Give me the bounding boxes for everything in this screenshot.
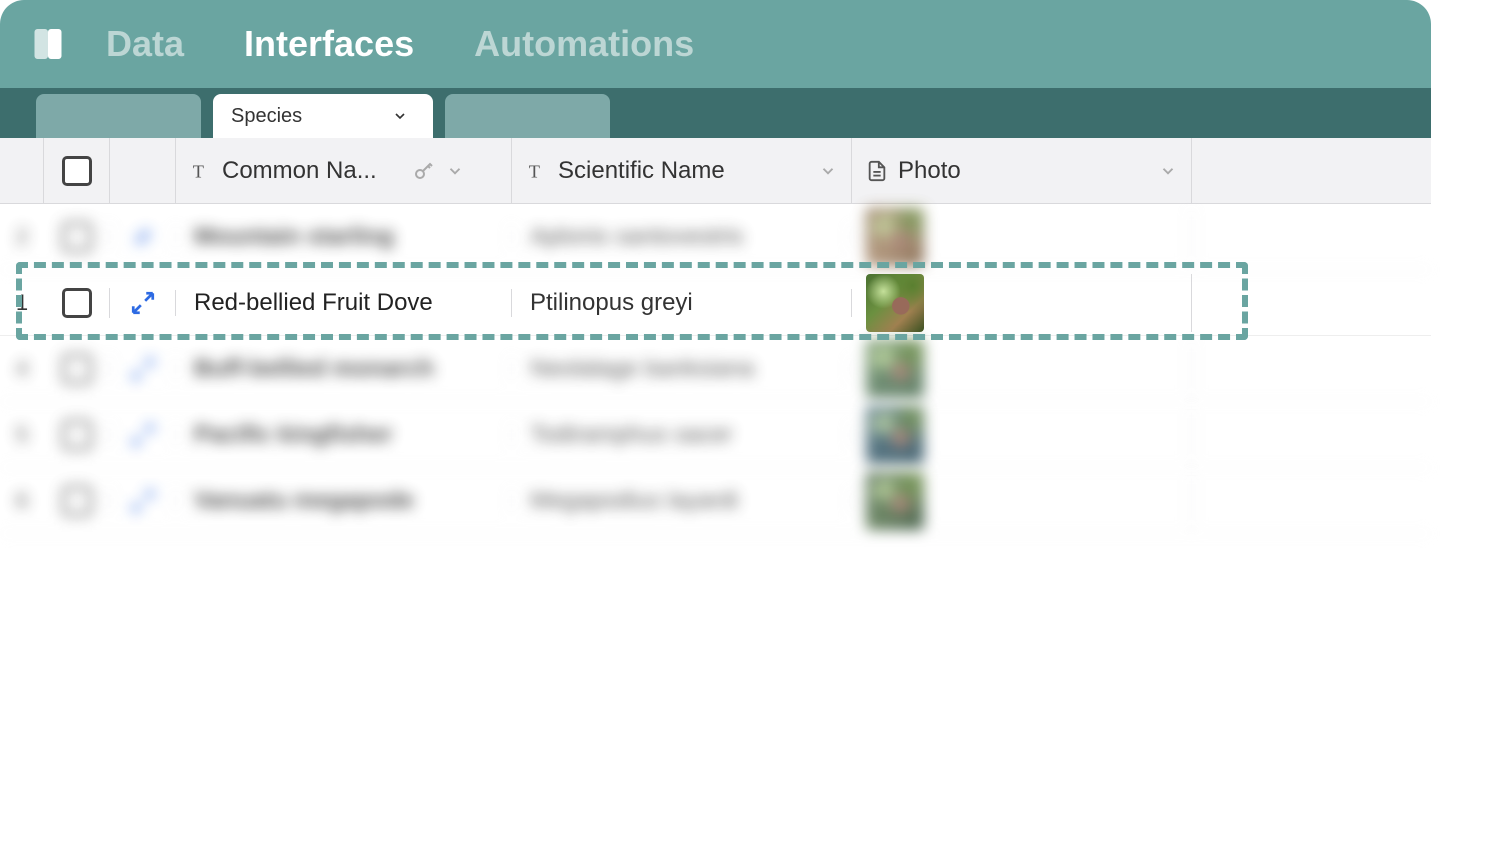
col-header-expand (110, 138, 176, 203)
key-icon (412, 159, 436, 183)
photo-thumbnail[interactable] (866, 274, 924, 332)
expand-icon[interactable] (130, 488, 156, 514)
common-name-cell: Mountain starling (190, 223, 394, 251)
text-field-icon: T (526, 160, 548, 182)
scientific-name-cell: Todiramphus sacer (526, 421, 733, 449)
expand-icon[interactable] (130, 224, 156, 250)
col-header-checkbox (44, 138, 110, 203)
table-row[interactable]: 6 Vanuatu megapode Megapodius layardi (0, 468, 1431, 534)
chevron-down-icon[interactable] (819, 162, 837, 180)
chevron-down-icon[interactable] (446, 162, 464, 180)
scientific-name-cell: Aplonis santovestris (526, 223, 743, 251)
common-name-cell: Vanuatu megapode (190, 487, 414, 515)
row-checkbox[interactable] (62, 222, 92, 252)
chevron-down-icon[interactable] (1159, 162, 1177, 180)
svg-text:T: T (529, 161, 540, 181)
header-label: Scientific Name (558, 157, 809, 185)
table-row[interactable]: 4 Buff-bellied monarch Neolalage banksia… (0, 336, 1431, 402)
expand-icon[interactable] (130, 356, 156, 382)
header-label: Common Na... (222, 157, 402, 185)
table-header: T Common Na... T Scientific Name (0, 138, 1431, 204)
tab-species[interactable]: Species (213, 94, 433, 138)
attachment-field-icon (866, 160, 888, 182)
table-row[interactable]: 5 Pacific kingfisher Todiramphus sacer (0, 402, 1431, 468)
common-name-cell: Pacific kingfisher (190, 421, 393, 449)
top-bar: Data Interfaces Automations (0, 0, 1431, 88)
scientific-name-cell: Ptilinopus greyi (526, 289, 693, 317)
top-nav: Data Interfaces Automations (106, 23, 694, 65)
row-number: 6 (0, 488, 44, 514)
col-header-rownum (0, 138, 44, 203)
photo-thumbnail[interactable] (866, 472, 924, 530)
tab-label: Species (231, 105, 302, 128)
app-logo-icon (30, 26, 66, 62)
table-row-highlighted[interactable]: 1 Red-bellied Fruit Dove Ptilinopus grey… (0, 270, 1431, 336)
row-checkbox[interactable] (62, 420, 92, 450)
text-field-icon: T (190, 160, 212, 182)
expand-icon[interactable] (130, 422, 156, 448)
photo-thumbnail[interactable] (866, 406, 924, 464)
photo-thumbnail[interactable] (866, 208, 924, 266)
tab-placeholder-right[interactable] (445, 94, 610, 138)
row-checkbox[interactable] (62, 486, 92, 516)
row-checkbox[interactable] (62, 288, 92, 318)
row-checkbox[interactable] (62, 354, 92, 384)
photo-thumbnail[interactable] (866, 340, 924, 398)
select-all-checkbox[interactable] (62, 156, 92, 186)
scientific-name-cell: Neolalage banksiana (526, 355, 754, 383)
header-label: Photo (898, 157, 1149, 185)
nav-data[interactable]: Data (106, 23, 184, 65)
row-number: 5 (0, 422, 44, 448)
table-row[interactable]: 2 Mountain starling Aplonis santovestris (0, 204, 1431, 270)
scientific-name-cell: Megapodius layardi (526, 487, 738, 515)
app-window: Data Interfaces Automations Species T (0, 0, 1431, 534)
row-number: 4 (0, 356, 44, 382)
tab-placeholder-left[interactable] (36, 94, 201, 138)
col-header-photo[interactable]: Photo (852, 138, 1192, 203)
nav-automations[interactable]: Automations (474, 23, 694, 65)
chevron-down-icon[interactable] (392, 108, 408, 124)
svg-text:T: T (193, 161, 204, 181)
col-header-common-name[interactable]: T Common Na... (176, 138, 512, 203)
common-name-cell: Buff-bellied monarch (190, 355, 434, 383)
row-number: 2 (0, 224, 44, 250)
common-name-cell: Red-bellied Fruit Dove (190, 289, 433, 317)
row-number: 1 (0, 290, 44, 316)
col-header-scientific-name[interactable]: T Scientific Name (512, 138, 852, 203)
nav-interfaces[interactable]: Interfaces (244, 23, 414, 65)
tabs-bar: Species (0, 88, 1431, 138)
table: T Common Na... T Scientific Name (0, 138, 1431, 534)
expand-icon[interactable] (130, 290, 156, 316)
